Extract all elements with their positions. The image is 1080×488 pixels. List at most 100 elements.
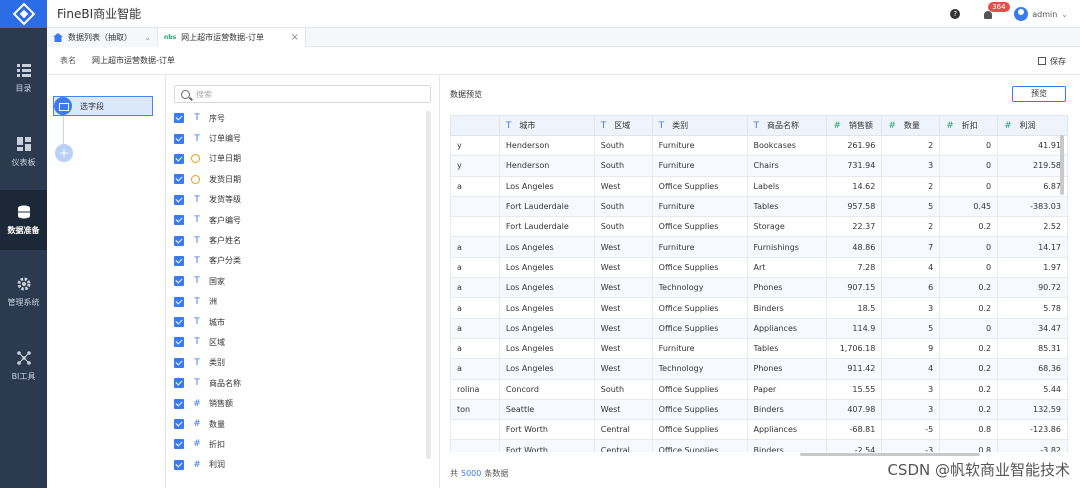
table-cell: 6 — [881, 277, 941, 299]
username[interactable]: admin — [1032, 10, 1057, 19]
checkbox[interactable] — [174, 133, 184, 144]
sidebar-item-management[interactable]: 管理系统 — [0, 262, 47, 322]
text-type-icon: T — [194, 276, 200, 287]
table-cell: Central — [593, 439, 653, 452]
field-item[interactable]: T 城市 — [174, 312, 424, 332]
checkbox[interactable] — [174, 357, 184, 368]
sidebar-item-dashboard[interactable]: 仪表板 — [0, 122, 47, 182]
notification-button[interactable]: 364 — [984, 2, 1010, 19]
checkbox[interactable] — [174, 113, 184, 124]
field-item[interactable]: # 折扣 — [174, 434, 424, 454]
preview-button[interactable]: 预览 — [1012, 86, 1066, 102]
checkbox[interactable] — [174, 317, 184, 328]
close-icon[interactable]: × — [291, 32, 299, 43]
help-icon[interactable]: ? — [950, 9, 961, 19]
add-step-button[interactable]: + — [55, 144, 73, 162]
checkbox[interactable] — [174, 215, 184, 226]
checkbox[interactable] — [174, 194, 184, 205]
column-header[interactable]: # 数量 — [881, 115, 941, 136]
number-type-icon: # — [888, 121, 896, 131]
table-cell: 114.9 — [826, 317, 883, 339]
table-cell: 0 — [939, 134, 999, 157]
checkbox[interactable] — [174, 174, 184, 185]
vertical-scrollbar[interactable] — [1060, 135, 1064, 195]
sidebar-item-bi-tools[interactable]: BI工具 — [0, 336, 47, 396]
text-type-icon: T — [505, 121, 512, 131]
checkbox[interactable] — [174, 419, 184, 430]
sidebar-item-label: 目录 — [15, 83, 32, 93]
table-cell: 0 — [939, 256, 999, 279]
field-item[interactable]: T 序号 — [174, 108, 424, 128]
field-item[interactable]: 发货日期 — [174, 169, 424, 189]
field-item[interactable]: T 发货等级 — [174, 190, 424, 210]
table-cell: Office Supplies — [651, 175, 748, 197]
checkbox[interactable] — [174, 153, 184, 164]
tab-order-data[interactable]: nbs 网上超市运营数据-订单 × — [158, 28, 306, 47]
checkbox[interactable] — [174, 378, 184, 389]
table-row: a Los Angeles West Office Supplies Art 7.28 4 0… — [450, 256, 1068, 279]
sidebar-item-catalog[interactable]: 目录 — [0, 48, 47, 108]
field-item[interactable]: 订单日期 — [174, 149, 424, 169]
checkbox[interactable] — [174, 439, 184, 450]
table-cell: 34.47 — [997, 317, 1068, 339]
column-header[interactable]: # 利润 — [997, 115, 1068, 136]
table-cell: -3 — [881, 439, 941, 452]
chevron-down-icon[interactable]: ⌄ — [1061, 10, 1068, 19]
table-cell: 5.44 — [997, 378, 1068, 400]
table-cell: 907.15 — [826, 277, 883, 299]
search-box[interactable] — [174, 85, 431, 103]
column-header[interactable]: T 商品名称 — [746, 115, 828, 136]
table-cell: 1.97 — [997, 256, 1068, 279]
step-select-field[interactable]: 选字段 — [53, 96, 153, 116]
field-item[interactable]: T 客户编号 — [174, 210, 424, 230]
field-item[interactable]: T 国家 — [174, 271, 424, 291]
column-header[interactable]: T 类别 — [651, 115, 748, 136]
left-sidebar: 目录 仪表板 数据准备 管理系统 BI工具 — [0, 0, 47, 488]
column-header[interactable]: T 区域 — [593, 115, 653, 136]
field-item[interactable]: T 订单编号 — [174, 128, 424, 148]
table-cell: Storage — [746, 216, 828, 238]
field-item[interactable]: T 区域 — [174, 332, 424, 352]
checkbox[interactable] — [174, 296, 184, 307]
checkbox[interactable] — [174, 337, 184, 348]
tab-data-list[interactable]: 数据列表（抽取） ⌄ — [47, 28, 158, 47]
number-type-icon: # — [193, 419, 201, 430]
field-item[interactable]: # 销售额 — [174, 393, 424, 413]
column-header[interactable] — [450, 115, 500, 136]
chevron-down-icon[interactable]: ⌄ — [144, 33, 151, 42]
column-header[interactable]: T 城市 — [498, 115, 595, 136]
field-item[interactable]: # 数量 — [174, 414, 424, 434]
checkbox[interactable] — [174, 276, 184, 287]
checkbox[interactable] — [174, 235, 184, 246]
table-cell: y — [450, 155, 500, 177]
text-type-icon: T — [194, 255, 200, 266]
sidebar-item-data-prep[interactable]: 数据准备 — [0, 190, 47, 250]
checkbox[interactable] — [174, 255, 184, 266]
table-cell: 0.8 — [939, 439, 999, 452]
app-title: FineBI商业智能 — [57, 7, 142, 21]
column-header[interactable]: # 折扣 — [939, 115, 999, 136]
table-cell: 3 — [881, 155, 941, 177]
field-item[interactable]: T 类别 — [174, 353, 424, 373]
horizontal-scrollbar[interactable] — [800, 453, 980, 456]
scrollbar[interactable] — [426, 111, 431, 459]
table-cell: Labels — [746, 175, 828, 197]
table-cell: -3.82 — [997, 439, 1068, 452]
search-input[interactable] — [196, 89, 416, 99]
checkbox[interactable] — [174, 398, 184, 409]
checkbox[interactable] — [174, 459, 184, 470]
column-header[interactable]: # 销售额 — [826, 115, 883, 136]
table-cell: Office Supplies — [651, 216, 748, 238]
avatar[interactable] — [1014, 7, 1029, 21]
table-cell: a — [450, 317, 500, 339]
field-item[interactable]: T 商品名称 — [174, 373, 424, 393]
save-button[interactable]: 保存 — [1038, 47, 1066, 75]
field-item[interactable]: # 利润 — [174, 455, 424, 475]
app-logo[interactable] — [0, 0, 47, 28]
field-item[interactable]: T 客户姓名 — [174, 230, 424, 250]
field-item[interactable]: T 客户分类 — [174, 251, 424, 271]
table-cell: 5 — [881, 195, 941, 218]
table-row: rolina Concord South Office Supplies Paper 15… — [450, 378, 1068, 400]
field-item[interactable]: T洲 — [174, 292, 424, 312]
column-label: 区域 — [614, 121, 631, 130]
